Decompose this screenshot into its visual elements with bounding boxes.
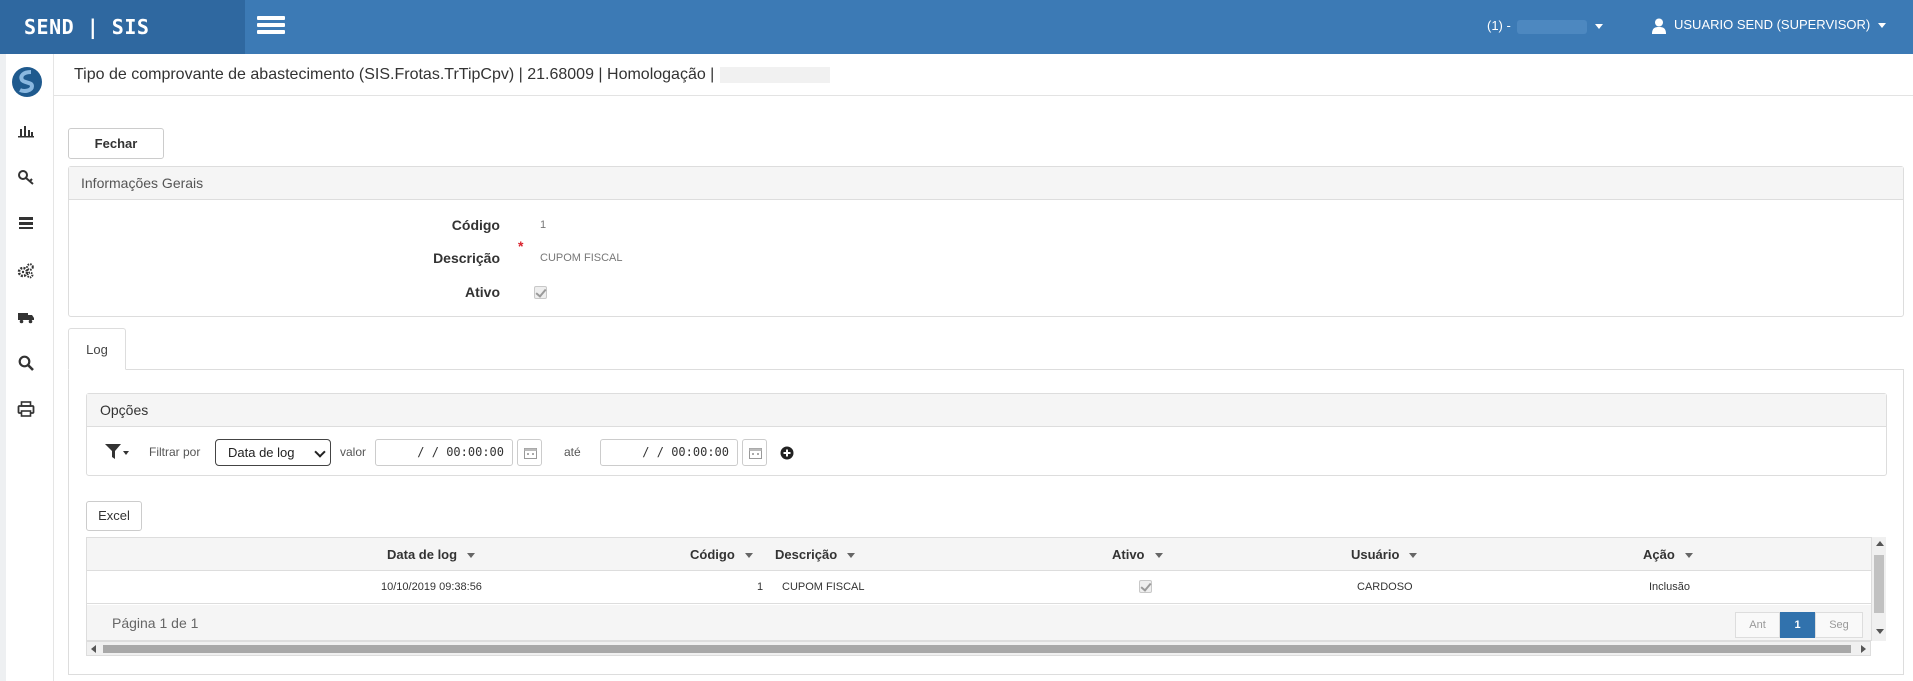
active-checkbox <box>534 286 547 299</box>
column-header-description[interactable]: Descrição <box>775 538 856 571</box>
general-info-heading: Informações Gerais <box>69 167 1903 200</box>
calendar-icon <box>524 448 537 459</box>
grid-footer: Página 1 de 1 <box>87 605 1871 640</box>
active-label: Ativo <box>465 284 500 300</box>
code-label: Código <box>451 217 500 233</box>
grid-header: Data de log Código Descrição Ativo Usuár… <box>87 538 1871 571</box>
cell-date: 10/10/2019 09:38:56 <box>381 581 482 593</box>
date-from-calendar-button[interactable] <box>517 439 542 466</box>
sort-icon <box>467 553 476 559</box>
list-icon[interactable] <box>17 214 35 232</box>
column-header-code[interactable]: Código <box>690 538 753 571</box>
required-marker: * <box>518 238 524 254</box>
column-header-date[interactable]: Data de log <box>387 538 476 571</box>
sort-icon <box>1684 553 1693 559</box>
grid-vertical-scrollbar[interactable] <box>1871 537 1886 641</box>
user-name: USUARIO SEND (SUPERVISOR) <box>1674 17 1871 32</box>
brand-logo[interactable]: SEND | SIS <box>0 0 245 54</box>
filter-field-selected: Data de log <box>228 445 295 460</box>
hamburger-menu-icon[interactable] <box>257 16 285 36</box>
excel-export-button[interactable]: Excel <box>86 501 142 531</box>
code-value: 1 <box>540 219 547 231</box>
date-to-calendar-button[interactable] <box>742 439 767 466</box>
sort-icon <box>847 553 856 559</box>
description-value: CUPOM FISCAL <box>540 252 623 264</box>
search-icon[interactable] <box>17 354 35 372</box>
date-from-input[interactable]: / / 00:00:00 <box>375 439 513 466</box>
options-panel: Opções <box>86 393 1887 476</box>
gears-icon[interactable] <box>17 262 35 280</box>
date-to-input[interactable]: / / 00:00:00 <box>600 439 738 466</box>
company-prefix: (1) - <box>1487 18 1511 33</box>
sort-icon <box>1154 553 1163 559</box>
cell-code: 1 <box>757 581 764 593</box>
page-title: Tipo de comprovante de abastecimento (SI… <box>74 66 831 84</box>
environment-redacted <box>720 66 831 83</box>
column-header-user[interactable]: Usuário <box>1351 538 1418 571</box>
company-name-redacted <box>1516 19 1587 34</box>
key-icon[interactable] <box>17 168 35 186</box>
options-heading: Opções <box>87 394 1886 427</box>
top-navbar <box>0 0 1913 54</box>
tab-log[interactable]: Log <box>68 328 126 370</box>
app-logo-icon[interactable] <box>11 66 43 98</box>
user-icon <box>1652 18 1666 34</box>
truck-icon[interactable] <box>17 308 35 326</box>
prev-page-button[interactable]: Ant <box>1735 612 1780 638</box>
user-menu[interactable]: USUARIO SEND (SUPERVISOR) <box>1652 17 1887 34</box>
title-divider <box>54 95 1913 96</box>
column-header-action[interactable]: Ação <box>1643 538 1693 571</box>
value-label: valor <box>340 445 367 459</box>
page-info: Página 1 de 1 <box>112 615 199 631</box>
add-filter-icon[interactable] <box>780 446 794 460</box>
print-icon[interactable] <box>17 400 35 418</box>
chevron-down-icon <box>1878 23 1887 29</box>
grid-horizontal-scrollbar[interactable] <box>86 641 1871 656</box>
to-label: até <box>564 445 581 459</box>
cell-active-checkbox <box>1139 580 1152 593</box>
sort-icon <box>744 553 753 559</box>
filter-icon[interactable] <box>104 442 130 462</box>
log-grid: Data de log Código Descrição Ativo Usuár… <box>86 537 1872 641</box>
column-header-active[interactable]: Ativo <box>1112 538 1163 571</box>
calendar-icon <box>749 448 762 459</box>
chevron-down-icon <box>1594 24 1603 30</box>
sort-icon <box>1409 553 1418 559</box>
cell-user: CARDOSO <box>1357 581 1413 593</box>
filter-by-label: Filtrar por <box>149 445 201 459</box>
page-button-1[interactable]: 1 <box>1780 612 1815 638</box>
bar-chart-icon[interactable] <box>17 122 35 140</box>
filter-field-select[interactable]: Data de log <box>215 439 331 466</box>
cell-description: CUPOM FISCAL <box>782 581 865 593</box>
page-title-text: Tipo de comprovante de abastecimento (SI… <box>74 66 715 83</box>
sidebar-stripe <box>0 54 6 681</box>
close-button[interactable]: Fechar <box>68 128 164 159</box>
chevron-down-icon <box>314 446 326 458</box>
description-label: Descrição <box>433 250 500 266</box>
next-page-button[interactable]: Seg <box>1815 612 1863 638</box>
table-row[interactable]: 10/10/2019 09:38:56 1 CUPOM FISCAL CARDO… <box>87 571 1871 604</box>
company-selector[interactable]: (1) - <box>1487 18 1603 34</box>
cell-action: Inclusão <box>1649 581 1690 593</box>
